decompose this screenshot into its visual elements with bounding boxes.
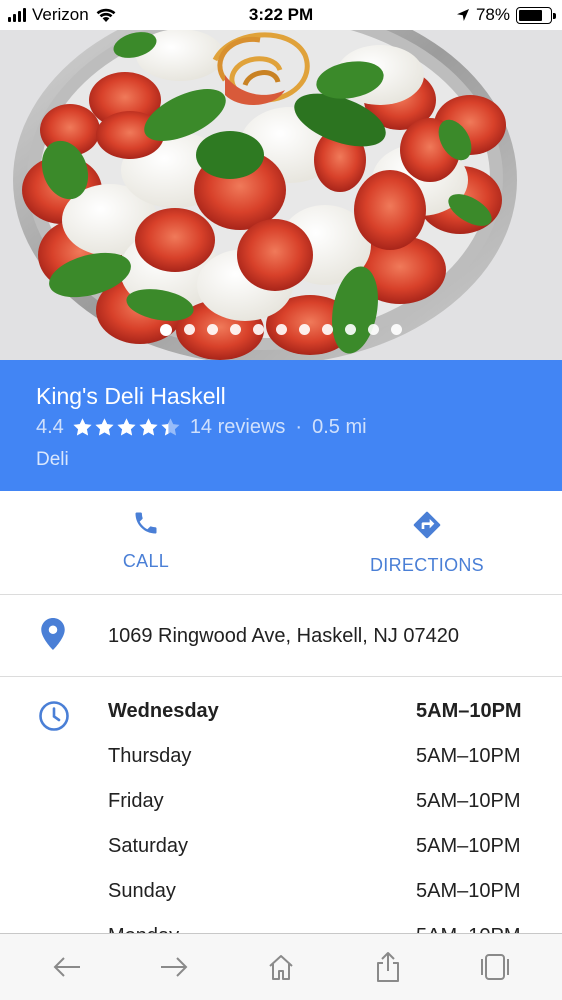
star-full-icon: [117, 418, 136, 436]
hours-day: Thursday: [108, 745, 192, 767]
directions-button[interactable]: DIRECTIONS: [292, 491, 562, 594]
back-button[interactable]: [37, 942, 97, 992]
rating-value: 4.4: [36, 416, 64, 438]
gallery-dot[interactable]: [299, 324, 310, 335]
hours-time: 5AM–10PM: [416, 835, 521, 857]
forward-arrow-icon: [161, 957, 188, 977]
separator-dot: ·: [295, 416, 303, 438]
gallery-dot[interactable]: [184, 324, 195, 335]
gallery-pagination[interactable]: [0, 324, 562, 336]
star-full-icon: [95, 418, 114, 436]
location-pin-icon: [41, 617, 65, 650]
battery-percent: 78%: [475, 5, 510, 24]
address-text: 1069 Ringwood Ave, Haskell, NJ 07420: [108, 624, 459, 647]
star-full-icon: [73, 418, 92, 436]
directions-icon: [413, 511, 441, 539]
hours-time: 5AM–10PM: [416, 790, 521, 812]
hours-row-today: Wednesday 5AM–10PM: [108, 700, 528, 745]
hours-time: 5AM–10PM: [416, 880, 521, 902]
rating-row[interactable]: 4.4 14 reviews · 0.5 mi: [36, 416, 526, 439]
call-label: CALL: [122, 551, 170, 571]
status-right: 78%: [456, 5, 556, 25]
gallery-dot[interactable]: [391, 324, 402, 335]
gallery-dot[interactable]: [322, 324, 333, 335]
gallery-dot-active[interactable]: [160, 324, 172, 336]
hours-time: 5AM–10PM: [416, 925, 528, 933]
share-button[interactable]: [358, 942, 418, 992]
hours-day: Friday: [108, 790, 164, 812]
gallery-dot[interactable]: [368, 324, 379, 335]
star-half-icon: [161, 418, 180, 436]
clock-icon: [39, 701, 69, 731]
hours-day: Saturday: [108, 835, 189, 857]
gallery-dot[interactable]: [276, 324, 287, 335]
distance: 0.5 mi: [312, 416, 367, 438]
star-full-icon: [139, 418, 158, 436]
hours-row: Thursday 5AM–10PM: [108, 745, 528, 790]
call-button[interactable]: CALL: [0, 491, 292, 594]
gallery-dot[interactable]: [345, 324, 356, 335]
place-name: King's Deli Haskell: [36, 383, 226, 409]
hours-row: Saturday 5AM–10PM: [108, 835, 528, 880]
hours-day: Sunday: [108, 880, 176, 902]
review-count[interactable]: 14 reviews: [190, 416, 286, 439]
forward-button[interactable]: [144, 942, 204, 992]
hours-day: Monday: [108, 925, 179, 933]
hours-row: Monday 5AM–10PM: [108, 925, 528, 933]
rating-stars: [72, 417, 182, 438]
status-bar: Verizon 3:22 PM 78%: [0, 0, 562, 30]
caprese-platter-photo: [0, 30, 562, 360]
photo-gallery[interactable]: [0, 30, 562, 360]
gallery-dot[interactable]: [253, 324, 264, 335]
browser-toolbar: [0, 933, 562, 1000]
place-header: King's Deli Haskell 4.4 14 reviews · 0.5…: [0, 360, 562, 491]
hours-time: 5AM–10PM: [416, 745, 521, 767]
location-arrow-icon: [456, 9, 469, 21]
battery-icon: [516, 6, 556, 24]
address-row[interactable]: 1069 Ringwood Ave, Haskell, NJ 07420: [0, 596, 562, 677]
hours-section[interactable]: Wednesday 5AM–10PM Thursday 5AM–10PM Friday 5…: [0, 678, 562, 933]
hours-day: Wednesday: [108, 700, 219, 722]
battery-level: [519, 9, 543, 21]
tabs-icon: [480, 954, 509, 980]
back-arrow-icon: [53, 957, 81, 977]
place-category: Deli: [36, 449, 69, 470]
action-bar: CALL DIRECTIONS: [0, 491, 562, 595]
directions-label: DIRECTIONS: [369, 555, 484, 575]
tabs-button[interactable]: [465, 942, 525, 992]
gallery-dot[interactable]: [230, 324, 241, 335]
hours-row: Sunday 5AM–10PM: [108, 880, 528, 925]
share-icon: [376, 952, 399, 982]
hours-row: Friday 5AM–10PM: [108, 790, 528, 835]
phone-icon: [135, 512, 157, 534]
gallery-dot[interactable]: [207, 324, 218, 335]
home-icon: [269, 955, 293, 980]
home-button[interactable]: [251, 942, 311, 992]
hours-time: 5AM–10PM: [416, 700, 522, 722]
